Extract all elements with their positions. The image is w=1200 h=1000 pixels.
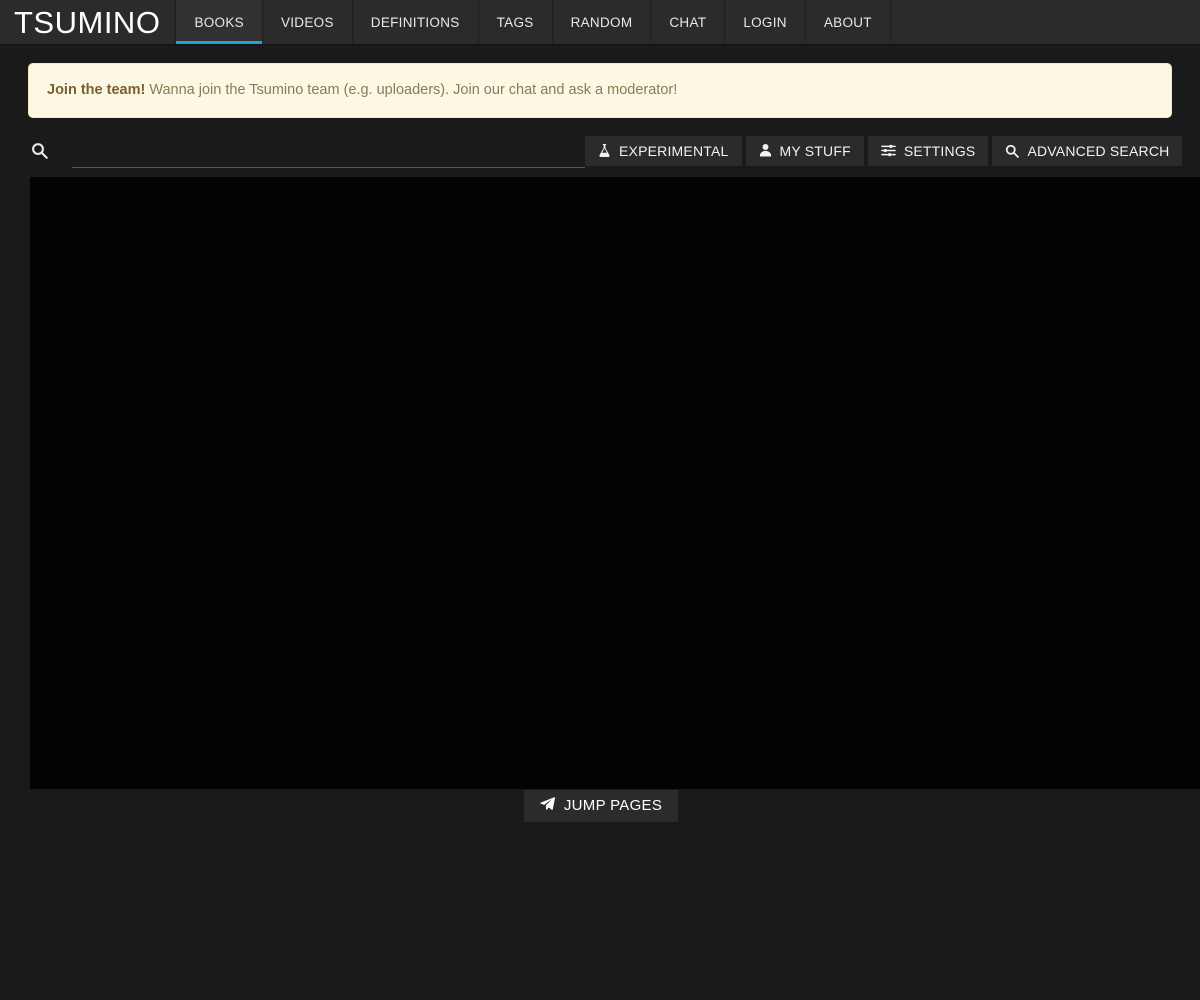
search-group: [28, 133, 585, 169]
alert-message: Wanna join the Tsumino team (e.g. upload…: [149, 82, 678, 98]
nav-item-login[interactable]: LOGIN: [724, 0, 806, 44]
button-label: SETTINGS: [903, 142, 976, 159]
top-navbar: TSUMINO BOOKS VIDEOS DEFINITIONS TAGS RA…: [0, 0, 1200, 45]
search-icon: [28, 140, 50, 162]
nav-item-definitions[interactable]: DEFINITIONS: [351, 0, 479, 44]
nav-item-videos[interactable]: VIDEOS: [261, 0, 353, 44]
my-stuff-button[interactable]: MY STUFF: [745, 135, 864, 166]
nav-item-random[interactable]: RANDOM: [551, 0, 652, 44]
advanced-search-button[interactable]: ADVANCED SEARCH: [992, 135, 1183, 166]
alert-title: Join the team!: [47, 82, 146, 98]
nav-item-label: DEFINITIONS: [370, 14, 460, 30]
nav-item-label: ABOUT: [823, 14, 872, 30]
nav-item-label: TAGS: [496, 14, 534, 30]
button-label: MY STUFF: [779, 142, 851, 159]
nav-item-label: LOGIN: [743, 14, 787, 30]
jump-pages-button[interactable]: JUMP PAGES: [523, 789, 679, 822]
search-toolbar-row: EXPERIMENTAL MY STUFF SETTINGS ADVANCED …: [28, 132, 1183, 170]
book-gallery-area[interactable]: [30, 176, 1200, 789]
nav-item-label: BOOKS: [194, 14, 244, 30]
sliders-icon: [881, 143, 896, 158]
nav-item-list: BOOKS VIDEOS DEFINITIONS TAGS RANDOM CHA…: [175, 0, 891, 44]
page-body: Join the team! Wanna join the Tsumino te…: [0, 63, 1200, 822]
pagination-row: JUMP PAGES: [28, 789, 1172, 822]
settings-button[interactable]: SETTINGS: [867, 135, 989, 166]
flask-icon: [598, 143, 611, 158]
nav-item-label: CHAT: [669, 14, 707, 30]
search-icon: [1005, 144, 1020, 158]
join-team-alert: Join the team! Wanna join the Tsumino te…: [28, 63, 1172, 118]
search-input[interactable]: [72, 142, 585, 169]
toolbar-button-group: EXPERIMENTAL MY STUFF SETTINGS ADVANCED …: [585, 135, 1183, 166]
nav-item-chat[interactable]: CHAT: [650, 0, 726, 44]
nav-item-about[interactable]: ABOUT: [804, 0, 891, 44]
experimental-button[interactable]: EXPERIMENTAL: [585, 135, 742, 166]
user-icon: [759, 143, 772, 158]
button-label: ADVANCED SEARCH: [1027, 142, 1170, 159]
paper-plane-icon: [540, 796, 555, 815]
button-label: EXPERIMENTAL: [619, 142, 729, 159]
site-logo[interactable]: TSUMINO: [0, 0, 176, 44]
nav-item-label: RANDOM: [570, 14, 633, 30]
jump-pages-label: JUMP PAGES: [563, 797, 663, 815]
nav-item-label: VIDEOS: [280, 14, 334, 30]
nav-item-books[interactable]: BOOKS: [175, 0, 263, 44]
nav-item-tags[interactable]: TAGS: [477, 0, 553, 44]
